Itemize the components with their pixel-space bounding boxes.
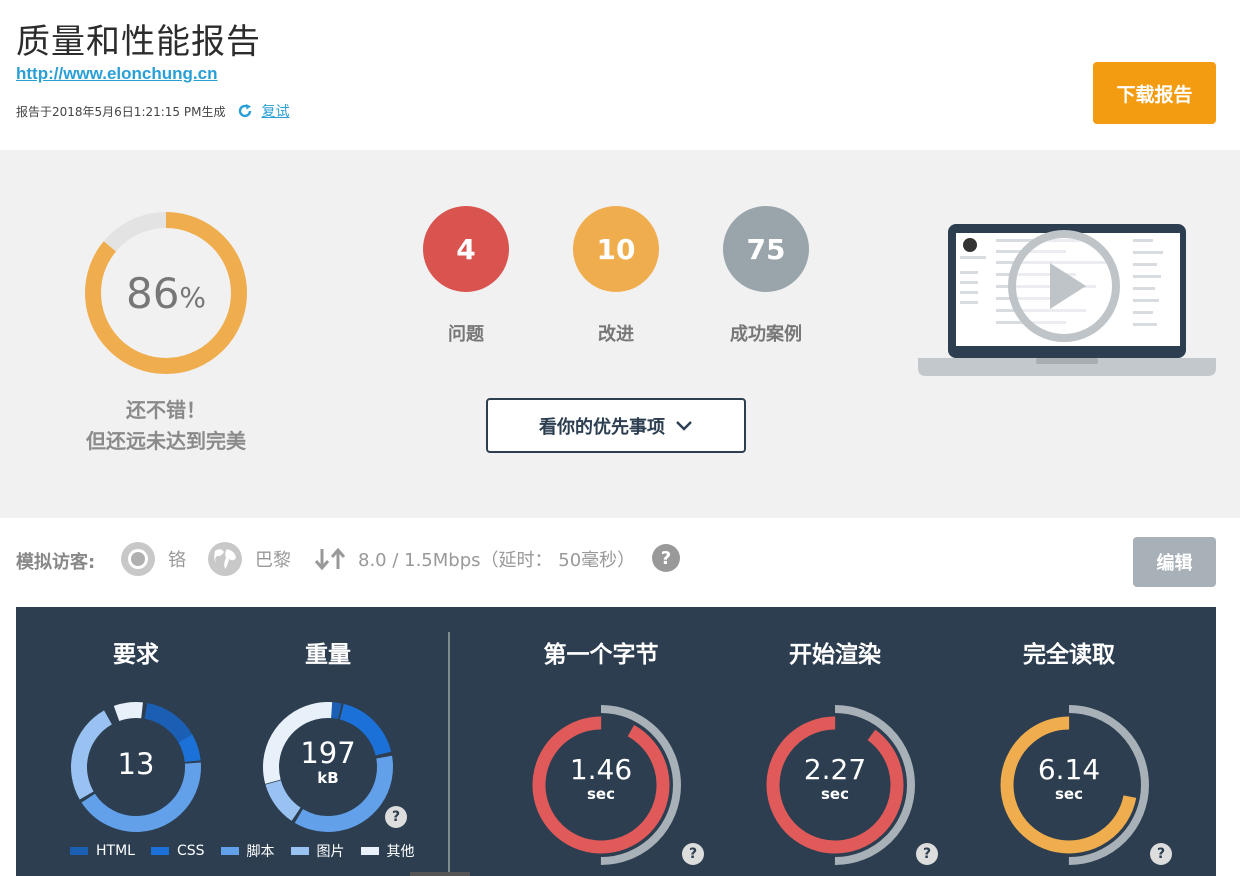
- visitor-help-icon[interactable]: ?: [652, 544, 680, 572]
- weight-title: 重量: [305, 642, 351, 668]
- view-priorities-label: 看你的优先事项: [539, 416, 665, 438]
- fully-loaded-value: 6.14: [1037, 753, 1101, 786]
- fully-loaded-unit: sec: [1055, 785, 1083, 803]
- visitor-speed: 8.0 / 1.5Mbps（延时： 50毫秒）: [358, 550, 636, 571]
- chevron-down-icon: [676, 420, 692, 431]
- first-byte-readout: 1.46 sec: [529, 753, 673, 804]
- first-byte-title: 第一个字节: [543, 642, 659, 668]
- visitor-connection: 8.0 / 1.5Mbps（延时： 50毫秒）: [314, 540, 635, 578]
- fully-loaded-help-icon[interactable]: ?: [1150, 843, 1172, 865]
- start-render-unit: sec: [821, 785, 849, 803]
- legend-label: HTML: [96, 843, 135, 859]
- weight-unit: kB: [317, 769, 339, 787]
- visitor-bar: 模拟访客: 铬 巴黎 8.0 / 1.5Mbps（延时： 50毫秒） ? 编辑: [0, 518, 1240, 606]
- edit-visitor-button[interactable]: 编辑: [1133, 537, 1216, 587]
- weight-value: 197: [300, 736, 356, 770]
- weight-help-icon[interactable]: ?: [385, 806, 407, 828]
- requests-title: 要求: [113, 642, 159, 668]
- resource-legend: HTML CSS 脚本 图片 其他: [70, 841, 431, 861]
- first-byte-help-icon[interactable]: ?: [682, 843, 704, 865]
- score-readout: 86 %: [80, 207, 252, 379]
- legend-item: HTML: [70, 841, 135, 861]
- legend-swatch: [220, 847, 239, 855]
- legend-swatch: [290, 847, 309, 855]
- visitor-location-name: 巴黎: [255, 550, 291, 571]
- legend-swatch: [70, 847, 88, 855]
- successes-label: 成功案例: [730, 324, 802, 345]
- stat-successes[interactable]: 75 成功案例: [723, 206, 809, 346]
- metrics-panel: 要求 重量 第一个字节 开始渲染 完全读取 13 197 kB ? 1.46 s…: [16, 607, 1216, 876]
- globe-icon: [208, 542, 242, 576]
- issues-count-circle: 4: [423, 206, 509, 292]
- visitor-location: 巴黎: [207, 540, 291, 578]
- visitor-label: 模拟访客:: [16, 552, 96, 573]
- legend-item: 其他: [360, 841, 415, 861]
- generated-line: 报告于2018年5月6日1:21:15 PM生成 复试: [16, 101, 289, 121]
- report-header: 质量和性能报告 http://www.elonchung.cn 报告于2018年…: [0, 0, 1240, 150]
- legend-label: 其他: [386, 844, 415, 860]
- score-value: 86: [125, 268, 180, 318]
- verdict-line-1: 还不错！: [126, 398, 206, 422]
- up-down-arrows-icon: [314, 547, 346, 571]
- refresh-icon: [239, 104, 252, 118]
- legend-label: CSS: [176, 843, 205, 859]
- page-title: 质量和性能报告: [16, 22, 261, 62]
- first-byte-unit: sec: [587, 785, 615, 803]
- start-render-readout: 2.27 sec: [763, 753, 907, 804]
- legend-label: 图片: [316, 844, 345, 860]
- requests-value: 13: [117, 747, 155, 781]
- legend-item: CSS: [150, 841, 205, 861]
- first-byte-value: 1.46: [569, 753, 633, 786]
- visitor-browser-name: 铬: [168, 550, 186, 571]
- stat-issues[interactable]: 4 问题: [423, 206, 509, 346]
- retest-label: 复试: [261, 104, 290, 120]
- score-unit: %: [179, 280, 207, 314]
- site-url-link[interactable]: http://www.elonchung.cn: [16, 64, 217, 84]
- metrics-divider: [448, 632, 450, 876]
- video-preview-laptop[interactable]: [918, 223, 1216, 378]
- start-render-title: 开始渲染: [789, 642, 881, 668]
- issues-label: 问题: [448, 324, 484, 345]
- score-verdict: 还不错！ 但还远未达到完美: [56, 395, 276, 457]
- legend-swatch: [150, 847, 169, 855]
- start-render-help-icon[interactable]: ?: [916, 843, 938, 865]
- improvements-count-circle: 10: [573, 206, 659, 292]
- fully-loaded-title: 完全读取: [1023, 642, 1115, 668]
- scroll-indicator: [410, 872, 470, 876]
- legend-item: 脚本: [220, 841, 275, 861]
- summary-panel: 86 % 还不错！ 但还远未达到完美 4 问题 10 改进 75 成功案例 看你…: [0, 150, 1240, 518]
- generated-timestamp: 报告于2018年5月6日1:21:15 PM生成: [16, 104, 226, 119]
- visitor-browser: 铬: [120, 540, 186, 578]
- weight-readout: 197 kB: [262, 737, 394, 787]
- fully-loaded-readout: 6.14 sec: [997, 753, 1141, 804]
- legend-label: 脚本: [246, 844, 275, 860]
- legend-swatch: [360, 847, 379, 855]
- view-priorities-button[interactable]: 看你的优先事项: [486, 398, 746, 453]
- stat-improvements[interactable]: 10 改进: [573, 206, 659, 346]
- retest-link[interactable]: 复试: [237, 101, 289, 121]
- improvements-label: 改进: [598, 324, 634, 345]
- start-render-value: 2.27: [803, 753, 867, 786]
- chrome-icon: [121, 542, 155, 576]
- download-report-button[interactable]: 下载报告: [1093, 62, 1216, 124]
- legend-item: 图片: [290, 841, 345, 861]
- successes-count-circle: 75: [723, 206, 809, 292]
- verdict-line-2: 但还远未达到完美: [86, 429, 246, 453]
